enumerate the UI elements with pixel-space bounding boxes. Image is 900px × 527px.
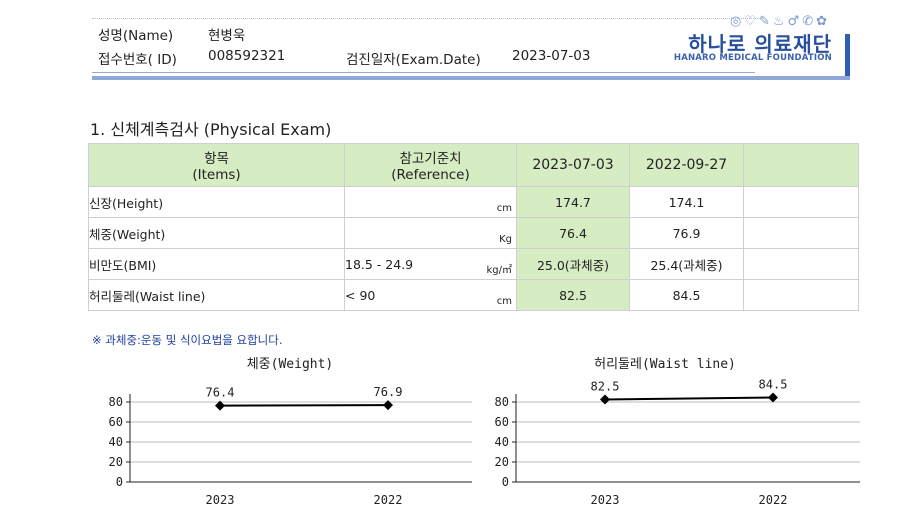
y-tick-label: 60: [495, 415, 509, 429]
x-tick-label: 2022: [374, 493, 403, 507]
header-accent-bar: [845, 34, 850, 76]
exam-date-value: 2023-07-03: [512, 48, 591, 64]
x-tick-label: 2022: [759, 493, 788, 507]
table-row: 허리둘레(Waist line) < 90 cm 82.5 84.5: [88, 279, 859, 311]
physical-exam-table: 항목 (Items) 참고기준치 (Reference) 2023-07-03 …: [88, 143, 859, 311]
row-empty: [743, 248, 859, 280]
row-reference: cm: [344, 186, 517, 218]
row-ref-text: < 90: [345, 287, 376, 303]
y-tick-label: 60: [109, 415, 123, 429]
series-line: [604, 396, 774, 401]
row-value-2023: 76.4: [516, 217, 630, 249]
y-tick-label: 80: [495, 395, 509, 409]
data-label: 76.4: [206, 386, 235, 400]
header-rule: [92, 72, 755, 73]
y-tick-label: 40: [495, 435, 509, 449]
section-title: 1. 신체계측검사 (Physical Exam): [90, 120, 332, 139]
data-label: 84.5: [759, 378, 788, 392]
table-row: 신장(Height) cm 174.7 174.1: [88, 186, 859, 218]
logo-icon-strip: ◎♡✎♨♂✆✿: [730, 14, 830, 29]
row-item: 신장(Height): [88, 186, 345, 218]
row-item: 비만도(BMI): [88, 248, 345, 280]
y-tick-label: 40: [109, 435, 123, 449]
row-reference: Kg: [344, 217, 517, 249]
row-value-2023: 82.5: [516, 279, 630, 311]
row-value-2022: 25.4(과체중): [629, 248, 744, 280]
data-point: [600, 394, 610, 405]
row-item: 체중(Weight): [88, 217, 345, 249]
header-reference-ko: 참고기준치: [399, 151, 462, 167]
id-label: 접수번호( ID): [98, 52, 177, 68]
id-value: 008592321: [208, 48, 286, 64]
row-unit: cm: [496, 203, 512, 214]
header-empty: [743, 143, 859, 187]
row-value-2022: 76.9: [629, 217, 744, 249]
header-reference: 참고기준치 (Reference): [344, 143, 517, 187]
row-reference: 18.5 - 24.9 kg/㎡: [344, 248, 517, 280]
header-underline-bar: [92, 76, 850, 80]
x-tick-label: 2023: [591, 493, 620, 507]
y-tick-label: 0: [116, 475, 123, 489]
chart-title: 허리둘레(Waist line): [594, 357, 736, 372]
y-tick-label: 80: [109, 395, 123, 409]
row-empty: [743, 217, 859, 249]
table-row: 체중(Weight) Kg 76.4 76.9: [88, 217, 859, 249]
data-point: [768, 392, 778, 403]
row-item: 허리둘레(Waist line): [88, 279, 345, 311]
chart-title: 체중(Weight): [247, 357, 334, 372]
name-value: 현병욱: [208, 28, 246, 44]
data-label: 76.9: [374, 385, 403, 399]
row-ref-text: 18.5 - 24.9: [345, 256, 414, 272]
header-date2: 2022-09-27: [629, 143, 744, 187]
row-value-2023: 25.0(과체중): [516, 248, 630, 280]
row-empty: [743, 186, 859, 218]
row-reference: < 90 cm: [344, 279, 517, 311]
table-header-row: 항목 (Items) 참고기준치 (Reference) 2023-07-03 …: [88, 143, 859, 187]
row-value-2022: 84.5: [629, 279, 744, 311]
name-label: 성명(Name): [98, 28, 174, 44]
waist-chart: 허리둘레(Waist line) 0 20 40 60 80 2023 2022 82.5 84.…: [478, 352, 863, 526]
weight-chart: 체중(Weight) 0 20 40 60 80 2023 2022 76.4 76.9: [90, 352, 475, 526]
header-date1: 2023-07-03: [516, 143, 630, 187]
waist-chart-svg: 허리둘레(Waist line) 0 20 40 60 80 2023 2022 82.5 84.…: [495, 357, 860, 507]
y-tick-label: 20: [109, 455, 123, 469]
header-reference-en: (Reference): [391, 167, 470, 183]
header-items-en: (Items): [192, 167, 241, 183]
overweight-note: ※ 과체중:운동 및 식이요법을 요합니다.: [92, 333, 283, 347]
series-line: [219, 404, 389, 407]
row-empty: [743, 279, 859, 311]
row-unit: kg/㎡: [486, 265, 512, 276]
row-unit: Kg: [499, 234, 512, 245]
header-items-ko: 항목: [204, 151, 229, 167]
row-unit: cm: [496, 296, 512, 307]
header-items: 항목 (Items): [88, 143, 345, 187]
y-tick-label: 20: [495, 455, 509, 469]
table-row: 비만도(BMI) 18.5 - 24.9 kg/㎡ 25.0(과체중) 25.4(…: [88, 248, 859, 280]
report-header: 성명(Name) 현병욱 접수번호( ID) 008592321 검진일자(Ex…: [92, 14, 850, 80]
row-value-2022: 174.1: [629, 186, 744, 218]
logo-english: HANARO MEDICAL FOUNDATION: [673, 53, 832, 63]
data-label: 82.5: [591, 380, 620, 394]
weight-chart-svg: 체중(Weight) 0 20 40 60 80 2023 2022 76.4 76.9: [109, 357, 472, 507]
x-tick-label: 2023: [206, 493, 235, 507]
row-value-2023: 174.7: [516, 186, 630, 218]
header-dotted-rule: [92, 18, 760, 19]
y-tick-label: 0: [502, 475, 509, 489]
exam-date-label: 검진일자(Exam.Date): [346, 52, 481, 68]
